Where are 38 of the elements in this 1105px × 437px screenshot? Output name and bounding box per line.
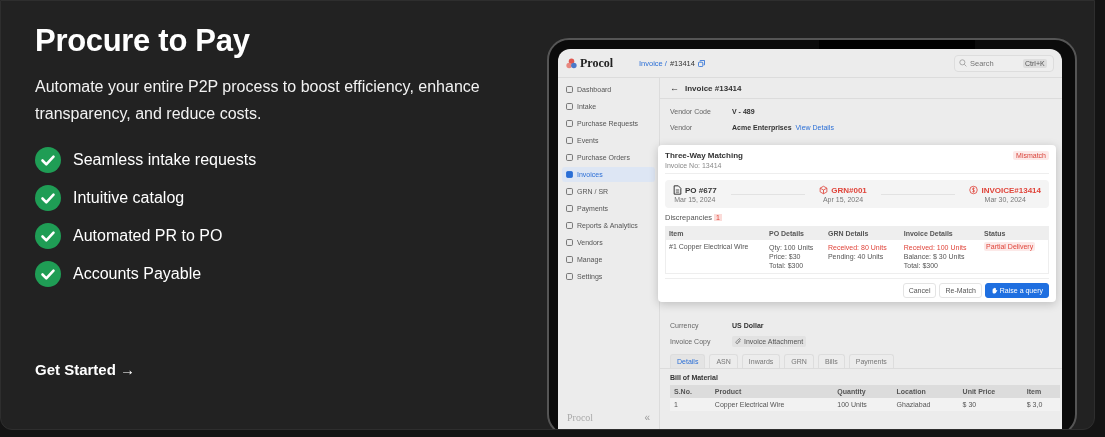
menu-item-icon [566,273,573,280]
dollar-circle-icon [969,185,979,195]
menu-item-icon [566,239,573,246]
check-circle-icon [35,185,61,211]
menu-item-icon [566,188,573,195]
menu-item-icon [566,171,573,178]
check-circle-icon [35,147,61,173]
search-icon [959,59,967,67]
menu-item-icon [566,205,573,212]
stage-label: INVOICE#13414 [981,185,1041,195]
logo-text: Procol [580,55,614,71]
page-title: Invoice #13414 [685,83,742,93]
menu-item-icon [566,103,573,110]
stage-label: PO #677 [685,185,717,195]
footer-logo: Procol [567,412,594,423]
get-started-link[interactable]: Get Started → [35,361,136,378]
hero-title: Procure to Pay [35,23,251,59]
stage-label: GRN#001 [831,185,867,195]
check-circle-icon [35,261,61,287]
paperclip-icon [735,337,742,345]
menu-item-icon [566,137,573,144]
copy-icon[interactable] [697,59,705,67]
menu-item-icon [566,222,573,229]
menu-item-icon [566,86,573,93]
menu-item-icon [566,256,573,263]
hero-subtitle: Automate your entire P2P process to boost efficiency, enhance transparency, and reduce costs. [35,77,481,124]
feature-text: Automated PR to PO [73,227,223,245]
check-circle-icon [35,223,61,249]
feature-text: Intuitive catalog [73,189,185,207]
document-icon [673,185,682,195]
back-arrow-button[interactable]: ← [670,83,679,93]
logo-icon [566,57,577,69]
menu-item-icon [566,154,573,161]
feature-text: Accounts Payable [73,265,202,283]
menu-item-icon [566,120,573,127]
dialog-title: Three-Way Matching [665,151,743,160]
box-icon [819,185,829,195]
feature-text: Seamless intake requests [73,151,257,169]
